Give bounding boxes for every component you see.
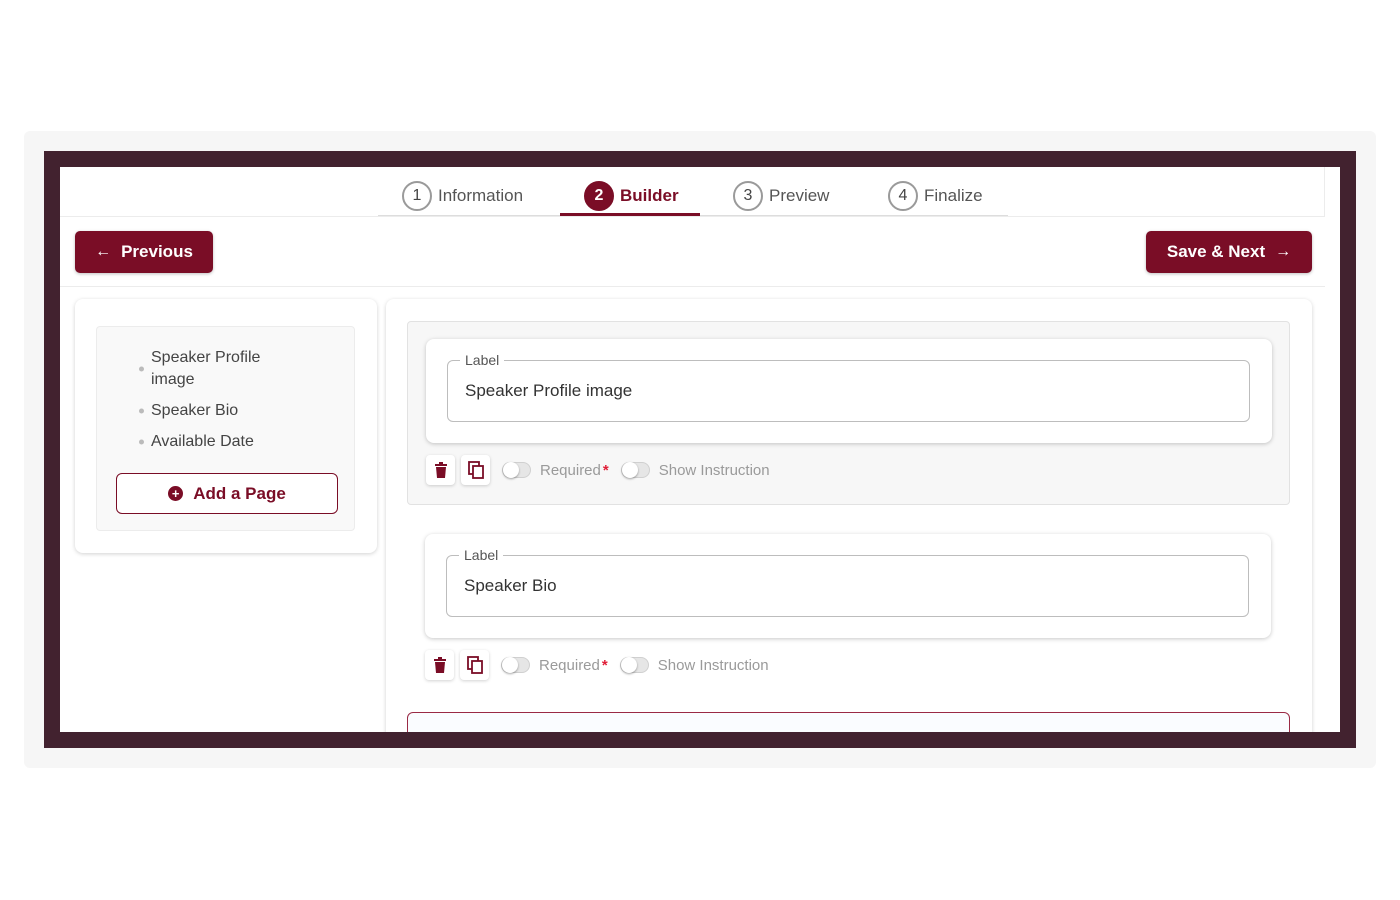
step-information[interactable]: 1 Information (402, 175, 523, 217)
bullet-icon (139, 366, 144, 372)
copy-icon (466, 656, 483, 674)
page-list-item-label: Speaker Profile image (151, 349, 261, 388)
step-label: Information (438, 186, 524, 205)
required-label: Required * (540, 461, 609, 479)
step-label: Builder (620, 186, 679, 205)
previous-button[interactable]: ← Previous (75, 231, 213, 273)
active-step-indicator (560, 213, 700, 216)
required-asterisk: * (601, 656, 608, 674)
show-instruction-label: Show Instruction (658, 461, 770, 479)
builder-canvas: Label Speaker Profile image Required * Sh… (386, 299, 1312, 732)
page-list-item[interactable]: Available Date (139, 431, 291, 453)
page-list: Speaker Profile image Speaker Bio Availa… (139, 347, 291, 462)
field-card: Label Speaker Profile image (426, 339, 1272, 443)
arrow-right-icon: → (1275, 243, 1292, 260)
arrow-left-icon: ← (95, 243, 112, 260)
field-actions: Required * Show Instruction (425, 649, 769, 681)
label-input-legend: Label (459, 547, 504, 563)
previous-button-label: Previous (121, 242, 193, 261)
required-asterisk: * (602, 461, 609, 479)
plus-circle-icon: + (168, 486, 184, 501)
label-input-value: Speaker Profile image (465, 381, 633, 400)
toolbar-divider (60, 286, 1325, 287)
step-label: Finalize (924, 186, 983, 205)
copy-icon (467, 461, 484, 479)
save-next-button-label: Save & Next (1166, 242, 1266, 261)
page-list-item[interactable]: Speaker Bio (139, 400, 291, 422)
step-number: 3 (733, 181, 763, 211)
page-list-item-label: Speaker Bio (151, 402, 239, 419)
required-toggle[interactable] (502, 462, 531, 478)
step-number: 2 (584, 181, 614, 211)
pages-sidebar: Speaker Profile image Speaker Bio Availa… (75, 299, 377, 553)
form-field-block[interactable]: Label Speaker Bio Required * Show Instruc… (407, 517, 1290, 701)
field-card: Label Speaker Bio (425, 534, 1271, 638)
add-page-button-label: Add a Page (193, 483, 286, 503)
label-input[interactable]: Label Speaker Profile image (447, 352, 1250, 422)
delete-field-button[interactable] (426, 455, 455, 485)
required-label: Required * (539, 656, 608, 674)
add-page-button[interactable]: + Add a Page (116, 473, 338, 514)
form-field-block[interactable] (407, 712, 1290, 732)
step-number: 1 (402, 181, 432, 211)
field-actions: Required * Show Instruction (426, 454, 770, 486)
save-next-button[interactable]: Save & Next → (1146, 231, 1312, 273)
trash-icon (434, 462, 447, 478)
show-instruction-toggle[interactable] (619, 657, 649, 673)
page-list-item[interactable]: Speaker Profile image (139, 347, 291, 391)
label-input-value: Speaker Bio (464, 576, 557, 595)
form-builder-screen: 1 Information 2 Builder 3 Preview 4 Fina… (60, 167, 1340, 732)
show-instruction-label: Show Instruction (657, 656, 769, 674)
stepper: 1 Information 2 Builder 3 Preview 4 Fina… (60, 167, 1325, 217)
step-number: 4 (888, 181, 918, 211)
pages-panel: Speaker Profile image Speaker Bio Availa… (96, 326, 355, 531)
step-finalize[interactable]: 4 Finalize (888, 175, 983, 217)
form-field-block[interactable]: Label Speaker Profile image Required * Sh… (407, 321, 1290, 505)
bullet-icon (139, 439, 144, 445)
bullet-icon (139, 408, 144, 414)
page-list-item-label: Available Date (151, 433, 254, 450)
show-instruction-toggle[interactable] (620, 462, 650, 478)
delete-field-button[interactable] (425, 650, 454, 680)
label-input-legend: Label (460, 352, 505, 368)
step-builder[interactable]: 2 Builder (584, 175, 679, 217)
required-toggle[interactable] (501, 657, 530, 673)
step-label: Preview (769, 186, 830, 205)
duplicate-field-button[interactable] (461, 455, 490, 485)
trash-icon (433, 657, 446, 673)
duplicate-field-button[interactable] (460, 650, 489, 680)
step-preview[interactable]: 3 Preview (733, 175, 829, 217)
label-input[interactable]: Label Speaker Bio (446, 547, 1249, 617)
